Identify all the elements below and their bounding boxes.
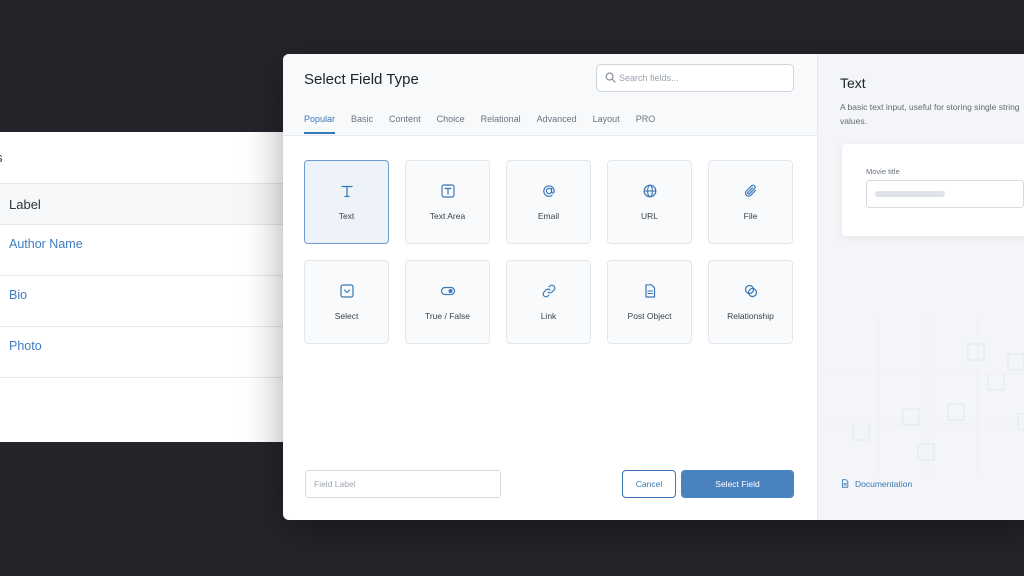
field-type-url[interactable]: URL	[607, 160, 692, 244]
field-row-photo[interactable]: Photo	[0, 327, 300, 378]
field-type-true-false[interactable]: True / False	[405, 260, 490, 344]
field-type-label: Email	[537, 211, 560, 221]
field-row-author-name[interactable]: Author Name	[0, 225, 300, 276]
field-type-text-area[interactable]: Text Area	[405, 160, 490, 244]
preview-placeholder-bar	[875, 191, 945, 197]
info-title: Text	[840, 75, 866, 91]
select-field-type-modal: Select Field Type Popular Basic Content …	[283, 54, 1024, 520]
at-icon	[542, 185, 555, 197]
modal-header: Select Field Type Popular Basic Content …	[283, 54, 817, 136]
globe-icon	[643, 184, 656, 198]
field-type-label: Post Object	[627, 311, 672, 321]
field-label-input[interactable]	[305, 470, 501, 498]
field-type-label: True / False	[424, 311, 471, 321]
textarea-icon	[440, 184, 455, 198]
document-icon	[842, 479, 849, 488]
preview-text-input	[866, 180, 1024, 208]
field-row-bio[interactable]: Bio	[0, 276, 300, 327]
tab-advanced[interactable]: Advanced	[537, 114, 577, 134]
modal-main: Select Field Type Popular Basic Content …	[283, 54, 817, 520]
toggle-icon	[440, 286, 455, 296]
info-description: A basic text input, useful for storing s…	[840, 102, 1020, 126]
field-type-label: URL	[640, 211, 658, 221]
documentation-link[interactable]: Documentation	[840, 478, 912, 489]
select-field-button[interactable]: Select Field	[681, 470, 794, 498]
field-type-label: Relationship	[727, 311, 774, 321]
tab-relational[interactable]: Relational	[481, 114, 521, 134]
field-type-label: Text	[338, 211, 355, 221]
search-box[interactable]	[596, 64, 794, 92]
field-type-label: Select	[334, 311, 359, 321]
text-icon	[340, 185, 353, 198]
background-header-text: s	[0, 150, 3, 165]
field-type-text[interactable]: Text	[304, 160, 389, 244]
field-type-link[interactable]: Link	[506, 260, 591, 344]
preview-field-label: Movie title	[866, 167, 900, 176]
tab-layout[interactable]: Layout	[593, 114, 620, 134]
documentation-label: Documentation	[855, 478, 913, 489]
modal-title: Select Field Type	[304, 71, 419, 88]
link-icon	[542, 284, 555, 298]
field-type-label: File	[743, 211, 758, 221]
field-type-relationship[interactable]: Relationship	[708, 260, 793, 344]
field-type-email[interactable]: Email	[506, 160, 591, 244]
field-type-label: Link	[540, 311, 557, 321]
field-preview-card: Movie title	[842, 144, 1024, 236]
tab-content[interactable]: Content	[389, 114, 421, 134]
field-type-grid: Text Text Area Email URL File Select Tru…	[304, 160, 793, 344]
search-input[interactable]	[619, 68, 789, 88]
relationship-icon	[744, 284, 757, 298]
field-type-info-panel: Text A basic text input, useful for stor…	[817, 54, 1024, 520]
field-type-label: Text Area	[429, 211, 466, 221]
field-type-select[interactable]: Select	[304, 260, 389, 344]
background-list-header: s	[0, 132, 300, 184]
select-icon	[339, 284, 354, 298]
cancel-button[interactable]: Cancel	[622, 470, 676, 498]
paperclip-icon	[744, 184, 756, 197]
field-type-file[interactable]: File	[708, 160, 793, 244]
field-type-post-object[interactable]: Post Object	[607, 260, 692, 344]
document-icon	[644, 284, 655, 298]
field-type-tabs: Popular Basic Content Choice Relational …	[304, 114, 671, 134]
search-icon	[605, 72, 616, 83]
tab-choice[interactable]: Choice	[437, 114, 465, 134]
tab-basic[interactable]: Basic	[351, 114, 373, 134]
label-column-header: Label	[0, 184, 300, 225]
background-field-list: s Label Author Name Bio Photo	[0, 132, 300, 442]
tab-popular[interactable]: Popular	[304, 114, 336, 134]
tab-pro[interactable]: PRO	[636, 114, 656, 134]
decorative-grid-pattern	[818, 314, 1024, 474]
